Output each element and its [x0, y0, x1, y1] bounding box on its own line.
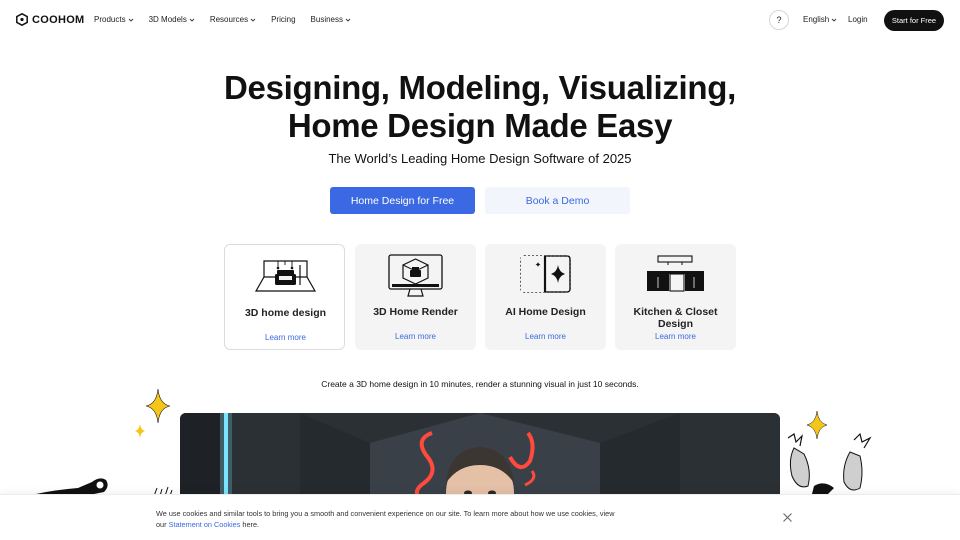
3d-room-icon	[254, 260, 317, 292]
kitchen-cabinet-icon	[647, 255, 704, 292]
legs-illustration-icon	[787, 432, 872, 494]
menu-products[interactable]: Products	[94, 15, 134, 24]
tagline: Create a 3D home design in 10 minutes, r…	[321, 379, 639, 389]
card-title: Kitchen & Closet Design	[633, 306, 718, 330]
help-button[interactable]: ?	[769, 10, 789, 30]
monitor-render-icon	[388, 254, 443, 297]
hero-title-line2: Home Design Made Easy	[287, 107, 673, 144]
brand-name: COOHOM	[32, 13, 85, 26]
chevron-down-icon	[189, 18, 195, 22]
menu-products-label: Products	[94, 15, 126, 24]
chevron-down-icon	[345, 18, 351, 22]
hero-title: Designing, Modeling, Visualizing, Home D…	[0, 69, 960, 145]
cookie-statement-link[interactable]: Statement on Cookies	[169, 520, 241, 529]
hero-title-line1: Designing, Modeling, Visualizing,	[223, 69, 737, 106]
learn-more-link[interactable]: Learn more	[355, 332, 476, 341]
feature-card-kitchen-closet[interactable]: Kitchen & Closet Design Learn more	[615, 244, 736, 350]
hero-subtitle: The World’s Leading Home Design Software…	[328, 151, 632, 166]
menu-3d-models[interactable]: 3D Models	[149, 15, 195, 24]
close-icon[interactable]	[782, 512, 793, 523]
menu-resources[interactable]: Resources	[210, 15, 256, 24]
ai-sparkle-icon	[520, 255, 571, 293]
card-title: AI Home Design	[505, 306, 586, 318]
feature-card-3d-home-render[interactable]: 3D Home Render Learn more	[355, 244, 476, 350]
book-demo-button[interactable]: Book a Demo	[485, 187, 630, 214]
learn-more-link[interactable]: Learn more	[615, 332, 736, 341]
login-link[interactable]: Login	[848, 15, 868, 24]
cookie-banner: We use cookies and similar tools to brin…	[0, 494, 960, 540]
chevron-down-icon	[831, 18, 837, 22]
sparkle-icon	[145, 388, 171, 424]
chevron-down-icon	[128, 18, 133, 22]
feature-card-3d-home-design[interactable]: 3D home design Learn more	[224, 244, 345, 350]
language-selector[interactable]: English	[803, 15, 837, 24]
menu-pricing-label: Pricing	[271, 15, 296, 24]
brand-logo[interactable]: COOHOM	[16, 13, 85, 26]
menu-business-label: Business	[310, 15, 343, 24]
menu-3d-models-label: 3D Models	[148, 15, 187, 24]
main-menu: Products 3D Models Resources Pricing Bus…	[94, 15, 366, 24]
menu-pricing[interactable]: Pricing	[271, 15, 295, 24]
learn-more-link[interactable]: Learn more	[485, 332, 606, 341]
sparkle-icon	[135, 424, 145, 438]
card-title: 3D home design	[244, 307, 327, 319]
top-nav: COOHOM Products 3D Models Resources Pric…	[0, 0, 960, 40]
coohom-logo-icon	[16, 13, 28, 26]
person-illustration-icon	[36, 478, 108, 494]
menu-business[interactable]: Business	[311, 15, 351, 24]
language-label: English	[803, 15, 830, 24]
feature-card-ai-home-design[interactable]: AI Home Design Learn more	[485, 244, 606, 350]
menu-resources-label: Resources	[209, 15, 249, 24]
cookie-text-end: here.	[242, 520, 260, 529]
home-design-free-button[interactable]: Home Design for Free	[330, 187, 475, 214]
cookie-message: We use cookies and similar tools to brin…	[156, 508, 626, 530]
start-for-free-button[interactable]: Start for Free	[884, 10, 944, 31]
learn-more-link[interactable]: Learn more	[225, 333, 346, 342]
card-title: 3D Home Render	[373, 306, 458, 318]
chevron-down-icon	[250, 18, 256, 22]
